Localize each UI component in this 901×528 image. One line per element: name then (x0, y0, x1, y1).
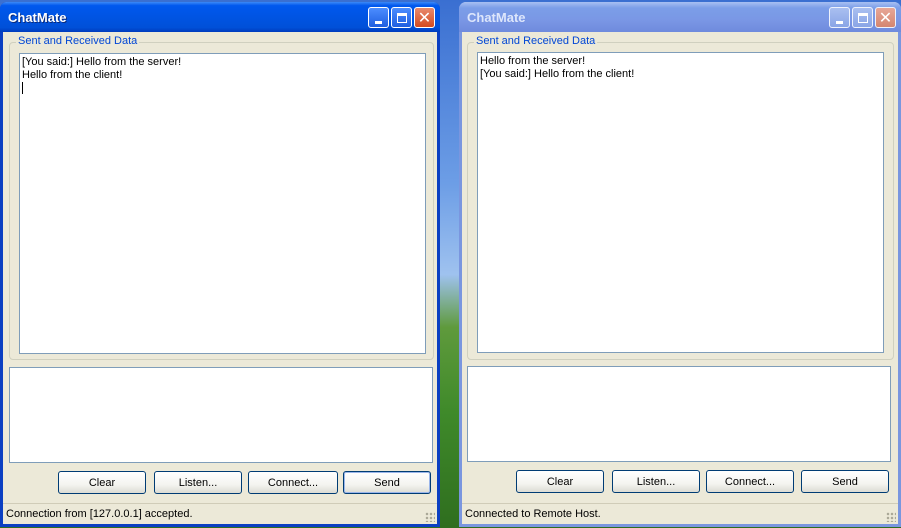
status-text: Connected to Remote Host. (465, 508, 601, 520)
message-input[interactable] (467, 366, 891, 462)
resize-grip-icon[interactable] (425, 512, 435, 522)
window-title: ChatMate (467, 9, 526, 25)
sent-received-group: Sent and Received Data [You said:] Hello… (9, 35, 434, 360)
title-bar[interactable]: ChatMate ✕ (0, 2, 440, 32)
message-line: [You said:] Hello from the server! (22, 56, 182, 68)
clear-button[interactable]: Clear (58, 471, 146, 494)
clear-button[interactable]: Clear (516, 470, 604, 493)
close-icon[interactable]: ✕ (875, 7, 896, 28)
message-line: [You said:] Hello from the client! (480, 68, 635, 80)
send-button[interactable]: Send (343, 471, 431, 494)
status-text: Connection from [127.0.0.1] accepted. (6, 508, 193, 520)
maximize-icon[interactable] (391, 7, 412, 28)
close-icon[interactable]: ✕ (414, 7, 435, 28)
text-caret (22, 82, 23, 94)
status-bar: Connected to Remote Host. (462, 503, 898, 524)
send-button[interactable]: Send (801, 470, 889, 493)
sent-received-group: Sent and Received Data Hello from the se… (467, 35, 894, 360)
received-data-textbox[interactable]: Hello from the server! [You said:] Hello… (477, 52, 884, 353)
resize-grip-icon[interactable] (886, 512, 896, 522)
window-title: ChatMate (8, 9, 67, 25)
group-label: Sent and Received Data (16, 35, 140, 47)
connect-button[interactable]: Connect... (248, 471, 338, 494)
maximize-icon[interactable] (852, 7, 873, 28)
minimize-icon[interactable] (829, 7, 850, 28)
status-bar: Connection from [127.0.0.1] accepted. (3, 503, 437, 524)
group-label: Sent and Received Data (474, 35, 598, 47)
message-line: Hello from the server! (480, 55, 586, 67)
listen-button[interactable]: Listen... (154, 471, 242, 494)
title-bar[interactable]: ChatMate ✕ (459, 2, 901, 32)
received-data-textbox[interactable]: [You said:] Hello from the server! Hello… (19, 53, 426, 354)
chat-window-client: ChatMate ✕ Sent and Received Data Hello … (459, 2, 901, 527)
chat-window-server: ChatMate ✕ Sent and Received Data [You s… (0, 2, 440, 527)
minimize-icon[interactable] (368, 7, 389, 28)
message-input[interactable] (9, 367, 433, 463)
message-line: Hello from the client! (22, 69, 123, 81)
listen-button[interactable]: Listen... (612, 470, 700, 493)
connect-button[interactable]: Connect... (706, 470, 794, 493)
